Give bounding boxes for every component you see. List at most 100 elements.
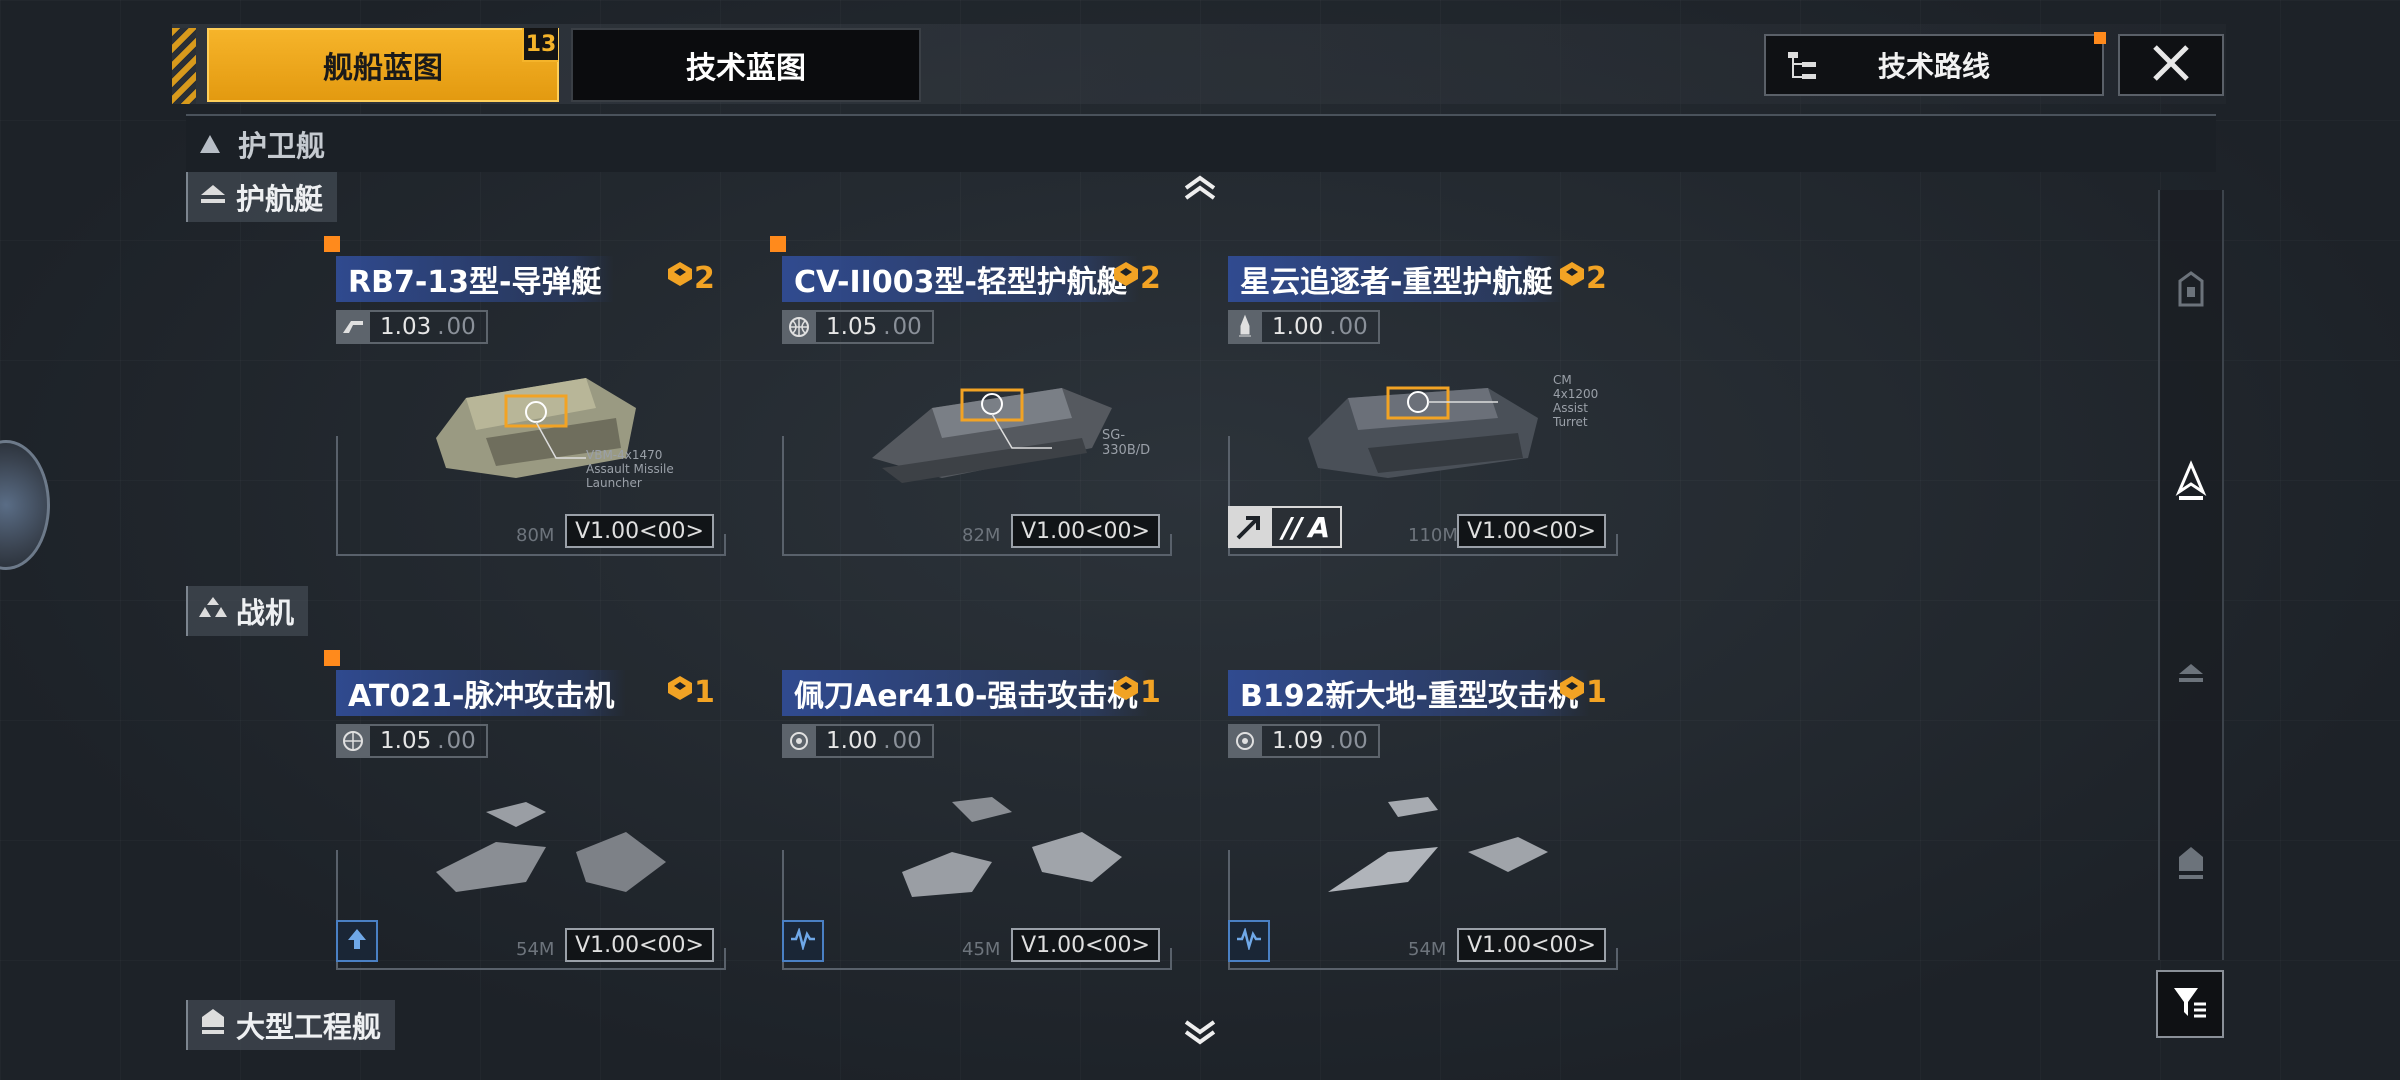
card-frame	[782, 968, 1172, 970]
version-main: 1.00	[826, 728, 878, 754]
ship-card[interactable]: 星云追逐者-重型护航艇 2 1.00. 00 CM 4x1200 Assist Tu…	[1228, 248, 1618, 556]
new-marker	[324, 650, 340, 666]
side-avatar[interactable]	[0, 440, 50, 570]
rank-badge: 1	[1112, 674, 1161, 710]
ship-name: CV-II003型-轻型护航艇	[782, 256, 1139, 302]
rank-icon	[1112, 674, 1140, 710]
version-dim: 00	[1338, 314, 1368, 340]
callout-desc: Assault Missile Launcher	[586, 462, 674, 490]
ship-image	[902, 797, 1122, 897]
version-main: 1.05	[380, 728, 432, 754]
rank-value: 1	[1140, 674, 1161, 710]
version-badge: V1.00<00>	[1457, 514, 1606, 548]
section-escort-label: 护航艇	[236, 182, 324, 216]
rail-engineering-icon[interactable]	[2168, 840, 2214, 886]
notification-dot	[2094, 32, 2106, 44]
rank-badge: 2	[1112, 260, 1161, 296]
attack-up-icon	[344, 926, 370, 956]
tab-tech-blueprint-label: 技术蓝图	[686, 51, 806, 86]
tech-route-label: 技术路线	[1877, 50, 1990, 83]
weapon-callout: CM 4x1200 Assist Turret	[1553, 373, 1618, 429]
version-badge: V1.00<00>	[565, 928, 714, 962]
version-dim: 00	[1338, 728, 1368, 754]
rail-station-icon[interactable]	[2168, 266, 2214, 312]
category-title: 护卫舰	[238, 129, 326, 163]
section-escort: 护航艇	[186, 172, 338, 222]
role-badge	[336, 920, 378, 962]
ship-name: B192新大地-重型攻击机	[1228, 670, 1590, 716]
ship-card[interactable]: CV-II003型-轻型护航艇 2 1.05. 00 SG-330B/D 82M …	[770, 236, 1172, 556]
ship-card[interactable]: RB7-13型-导弹艇 2 1.03. 00 VBM-4x1470 Assault …	[324, 236, 726, 556]
version-dim: 00	[892, 314, 922, 340]
callout-desc: Assist Turret	[1553, 401, 1589, 429]
manufacturer-icon	[336, 310, 370, 344]
card-frame	[1170, 534, 1172, 556]
scroll-down-icon[interactable]	[1182, 1014, 1218, 1055]
card-frame	[1616, 948, 1618, 970]
ship-image	[436, 802, 666, 892]
version-main: 1.03	[380, 314, 432, 340]
category-header[interactable]: 护卫舰	[186, 114, 2216, 172]
version-badge: V1.00<00>	[1011, 928, 1160, 962]
rail-escort-icon[interactable]	[2168, 650, 2214, 696]
engineering-icon	[198, 1007, 236, 1044]
tech-route-button[interactable]: 技术路线	[1764, 34, 2104, 96]
card-frame	[336, 968, 726, 970]
callout-code: CM 4x1200	[1553, 373, 1599, 401]
callout-code: VBM-4x1470	[586, 448, 663, 462]
role-badge	[1228, 920, 1270, 962]
tab-badge-count: 13	[522, 28, 558, 62]
ship-name: AT021-脉冲攻击机	[336, 670, 627, 716]
rank-badge: 1	[666, 674, 715, 710]
ship-size: 82M	[962, 525, 1001, 546]
card-frame	[724, 534, 726, 556]
ship-image	[1328, 797, 1548, 892]
ship-size: 45M	[962, 939, 1001, 960]
rank-badge: 2	[1558, 260, 1607, 296]
grade-badge: //A	[1228, 506, 1342, 548]
filter-icon	[2170, 982, 2210, 1026]
ship-card[interactable]: AT021-脉冲攻击机 1 1.05. 00 54M V1.00<00>	[324, 650, 726, 970]
ship-size: 54M	[1408, 939, 1447, 960]
rank-value: 2	[1140, 260, 1161, 296]
ship-card[interactable]: 佩刀Aer410-强击攻击机 1 1.00. 00 45M V1.00<00>	[782, 662, 1172, 970]
ship-card[interactable]: B192新大地-重型攻击机 1 1.09. 00 54M V1.00<00>	[1228, 662, 1618, 970]
rank-value: 2	[694, 260, 715, 296]
pulse-icon	[789, 926, 817, 954]
section-engineering: 大型工程舰	[186, 1000, 396, 1050]
section-fighter: 战机	[186, 586, 309, 636]
globe-icon	[336, 724, 370, 758]
rank-value: 1	[694, 674, 715, 710]
rank-icon	[1112, 260, 1140, 296]
new-marker	[770, 236, 786, 252]
ship-size: 54M	[516, 939, 555, 960]
card-frame	[336, 554, 726, 556]
engine-icon	[1228, 724, 1262, 758]
role-badge	[782, 920, 824, 962]
tab-ship-blueprint[interactable]: 舰船蓝图	[207, 28, 559, 102]
card-frame	[1228, 554, 1618, 556]
hazard-stripe	[172, 28, 196, 104]
ship-name: RB7-13型-导弹艇	[336, 256, 614, 302]
version-main: 1.05	[826, 314, 878, 340]
scroll-up-icon[interactable]	[1182, 170, 1218, 211]
ship-size: 80M	[516, 525, 555, 546]
version-badge: V1.00<00>	[1011, 514, 1160, 548]
version-badge: V1.00<00>	[565, 514, 714, 548]
pulse-icon	[1235, 926, 1263, 954]
rank-value: 1	[1586, 674, 1607, 710]
tab-tech-blueprint[interactable]: 技术蓝图	[571, 28, 921, 102]
version-badge: V1.00<00>	[1457, 928, 1606, 962]
escort-icon	[198, 180, 236, 214]
filter-button[interactable]	[2156, 970, 2224, 1038]
version-dim: 00	[446, 314, 476, 340]
grade-value: A	[1308, 510, 1331, 544]
rocket-icon	[1228, 310, 1262, 344]
rank-value: 2	[1586, 260, 1607, 296]
upgrade-arrow-icon	[1228, 506, 1270, 548]
rank-badge: 2	[666, 260, 715, 296]
version-dim: 00	[892, 728, 922, 754]
rail-frigate-icon[interactable]	[2168, 458, 2214, 504]
ship-name: 佩刀Aer410-强击攻击机	[782, 670, 1150, 716]
close-button[interactable]	[2118, 34, 2224, 96]
